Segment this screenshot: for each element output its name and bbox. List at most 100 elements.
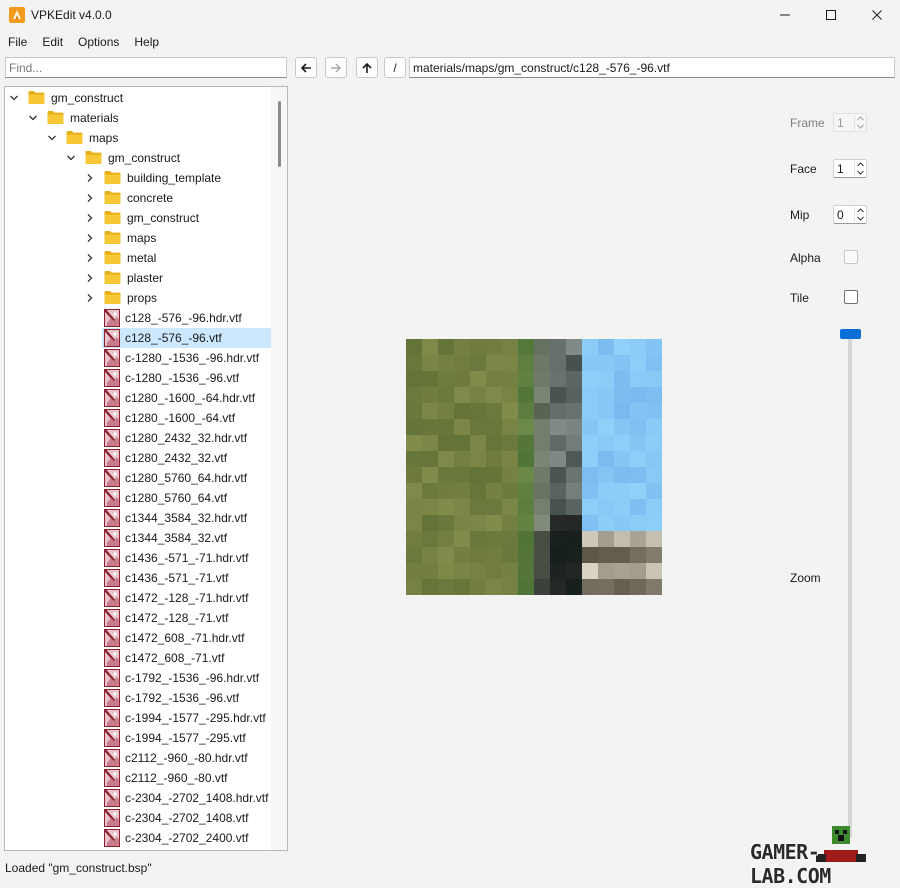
mip-spinbox[interactable]: 0: [833, 205, 867, 224]
find-input[interactable]: [5, 57, 287, 78]
arrow-left-icon: [300, 62, 311, 73]
tree-item-file[interactable]: c1280_2432_32.hdr.vtf: [5, 428, 271, 448]
zoom-slider-track[interactable]: [848, 338, 852, 838]
tree-item-file[interactable]: c1472_-128_-71.hdr.vtf: [5, 588, 271, 608]
menu-help[interactable]: Help: [126, 31, 166, 53]
tree-scrollbar[interactable]: [271, 87, 287, 850]
menu-edit[interactable]: Edit: [34, 31, 70, 53]
vtf-image-icon: [104, 629, 120, 647]
tree-item-folder[interactable]: building_template: [5, 168, 271, 188]
tree-item-file[interactable]: c-1994_-1577_-295.vtf: [5, 728, 271, 748]
tile-checkbox[interactable]: [844, 290, 858, 304]
up-button[interactable]: [356, 57, 378, 78]
tree-item-file[interactable]: c1280_-1600_-64.hdr.vtf: [5, 388, 271, 408]
tree-item-file[interactable]: c1280_-1600_-64.vtf: [5, 408, 271, 428]
chevron-down-icon[interactable]: [47, 133, 57, 143]
chevron-down-icon[interactable]: [28, 113, 38, 123]
tree-item-folder[interactable]: maps: [5, 228, 271, 248]
tree-item-label: c-1994_-1577_-295.hdr.vtf: [125, 711, 266, 725]
tree-item-materials[interactable]: materials: [5, 108, 271, 128]
chevron-down-icon[interactable]: [66, 153, 76, 163]
spin-down-icon[interactable]: [856, 169, 865, 176]
tree-item-file[interactable]: c-1792_-1536_-96.hdr.vtf: [5, 668, 271, 688]
tree-item-label: c-1280_-1536_-96.vtf: [125, 371, 240, 385]
tree-item-label: metal: [127, 251, 157, 265]
spin-up-icon[interactable]: [856, 207, 865, 214]
face-value: 1: [837, 162, 844, 176]
chevron-right-icon[interactable]: [85, 193, 95, 203]
forward-button[interactable]: [325, 57, 347, 78]
spin-down-icon[interactable]: [856, 215, 865, 222]
tree-item-file[interactable]: c1280_5760_64.vtf: [5, 488, 271, 508]
tree-item-file[interactable]: c-1280_-1536_-96.vtf: [5, 368, 271, 388]
tree-item-file[interactable]: c2112_-960_-80.hdr.vtf: [5, 748, 271, 768]
tree-item-selected-file[interactable]: c128_-576_-96.vtf: [5, 328, 271, 348]
vtf-image-icon: [104, 549, 120, 567]
vtf-image-icon: [104, 589, 120, 607]
alpha-checkbox[interactable]: [844, 250, 858, 264]
tree-item-file[interactable]: c1436_-571_-71.hdr.vtf: [5, 548, 271, 568]
maximize-button[interactable]: [808, 0, 854, 30]
tree-item-folder[interactable]: metal: [5, 248, 271, 268]
face-spinbox[interactable]: 1: [833, 159, 867, 178]
tree-item-file[interactable]: c1472_-128_-71.vtf: [5, 608, 271, 628]
tree-item-label: gm_construct: [108, 151, 181, 165]
spin-down-icon[interactable]: [856, 123, 865, 130]
tree-item-file[interactable]: c-1280_-1536_-96.hdr.vtf: [5, 348, 271, 368]
back-button[interactable]: [295, 57, 317, 78]
close-button[interactable]: [854, 0, 900, 30]
tree-item-file[interactable]: c-2304_-2702_2400.vtf: [5, 828, 271, 848]
minimize-button[interactable]: [762, 0, 808, 30]
chevron-right-icon[interactable]: [85, 293, 95, 303]
tree-item-gm-construct[interactable]: gm_construct: [5, 148, 271, 168]
tree-item-gm-construct-root[interactable]: gm_construct: [5, 88, 271, 108]
tree-item-file[interactable]: c-2304_-2702_1408.vtf: [5, 808, 271, 828]
chevron-down-icon[interactable]: [9, 93, 19, 103]
tree-item-folder[interactable]: gm_construct: [5, 208, 271, 228]
tree-item-label: c2112_-960_-80.vtf: [125, 771, 228, 785]
frame-label: Frame: [790, 116, 825, 130]
root-button[interactable]: /: [384, 57, 406, 78]
tree-item-file[interactable]: c2112_-960_-80.vtf: [5, 768, 271, 788]
menu-options[interactable]: Options: [70, 31, 126, 53]
menu-bar: File Edit Options Help: [0, 31, 166, 53]
tree-item-file[interactable]: c128_-576_-96.hdr.vtf: [5, 308, 271, 328]
tree-scrollbar-thumb[interactable]: [278, 101, 281, 167]
tree-item-maps[interactable]: maps: [5, 128, 271, 148]
tree-item-file[interactable]: c1280_2432_32.vtf: [5, 448, 271, 468]
tree-item-folder[interactable]: concrete: [5, 188, 271, 208]
mip-label: Mip: [790, 208, 810, 222]
file-tree[interactable]: gm_construct materials maps gm_construct bui…: [4, 86, 288, 851]
tree-item-file[interactable]: c1344_3584_32.hdr.vtf: [5, 508, 271, 528]
vtf-image-icon: [104, 569, 120, 587]
zoom-slider-handle[interactable]: [840, 329, 861, 339]
tree-item-file[interactable]: c1280_5760_64.hdr.vtf: [5, 468, 271, 488]
tree-item-file[interactable]: c1472_608_-71.vtf: [5, 648, 271, 668]
tree-item-file[interactable]: c1344_3584_32.vtf: [5, 528, 271, 548]
vtf-image-icon: [104, 509, 120, 527]
chevron-right-icon[interactable]: [85, 173, 95, 183]
menu-file[interactable]: File: [0, 31, 34, 53]
tree-item-file[interactable]: c-1792_-1536_-96.vtf: [5, 688, 271, 708]
chevron-right-icon[interactable]: [85, 273, 95, 283]
chevron-right-icon[interactable]: [85, 253, 95, 263]
vtf-image-icon: [104, 389, 120, 407]
tree-item-label: c-2304_-2702_1408.vtf: [125, 811, 249, 825]
title-bar: VPKEdit v4.0.0: [0, 0, 900, 30]
tree-item-file[interactable]: c-2304_-2702_1408.hdr.vtf: [5, 788, 271, 808]
spin-up-icon[interactable]: [856, 161, 865, 168]
tree-item-file[interactable]: c1472_608_-71.hdr.vtf: [5, 628, 271, 648]
tree-item-folder[interactable]: props: [5, 288, 271, 308]
chevron-right-icon[interactable]: [85, 213, 95, 223]
path-input[interactable]: [409, 57, 895, 78]
tree-item-file[interactable]: c-1994_-1577_-295.hdr.vtf: [5, 708, 271, 728]
spin-up-icon[interactable]: [856, 115, 865, 122]
tree-item-label: concrete: [127, 191, 174, 205]
frame-spinbox[interactable]: 1: [833, 113, 867, 132]
tree-item-folder[interactable]: plaster: [5, 268, 271, 288]
tree-item-file[interactable]: c1436_-571_-71.vtf: [5, 568, 271, 588]
tree-item-label: materials: [70, 111, 119, 125]
chevron-right-icon[interactable]: [85, 233, 95, 243]
tree-item-label: c-2304_-2702_2400.vtf: [125, 831, 249, 845]
folder-icon: [104, 271, 121, 284]
